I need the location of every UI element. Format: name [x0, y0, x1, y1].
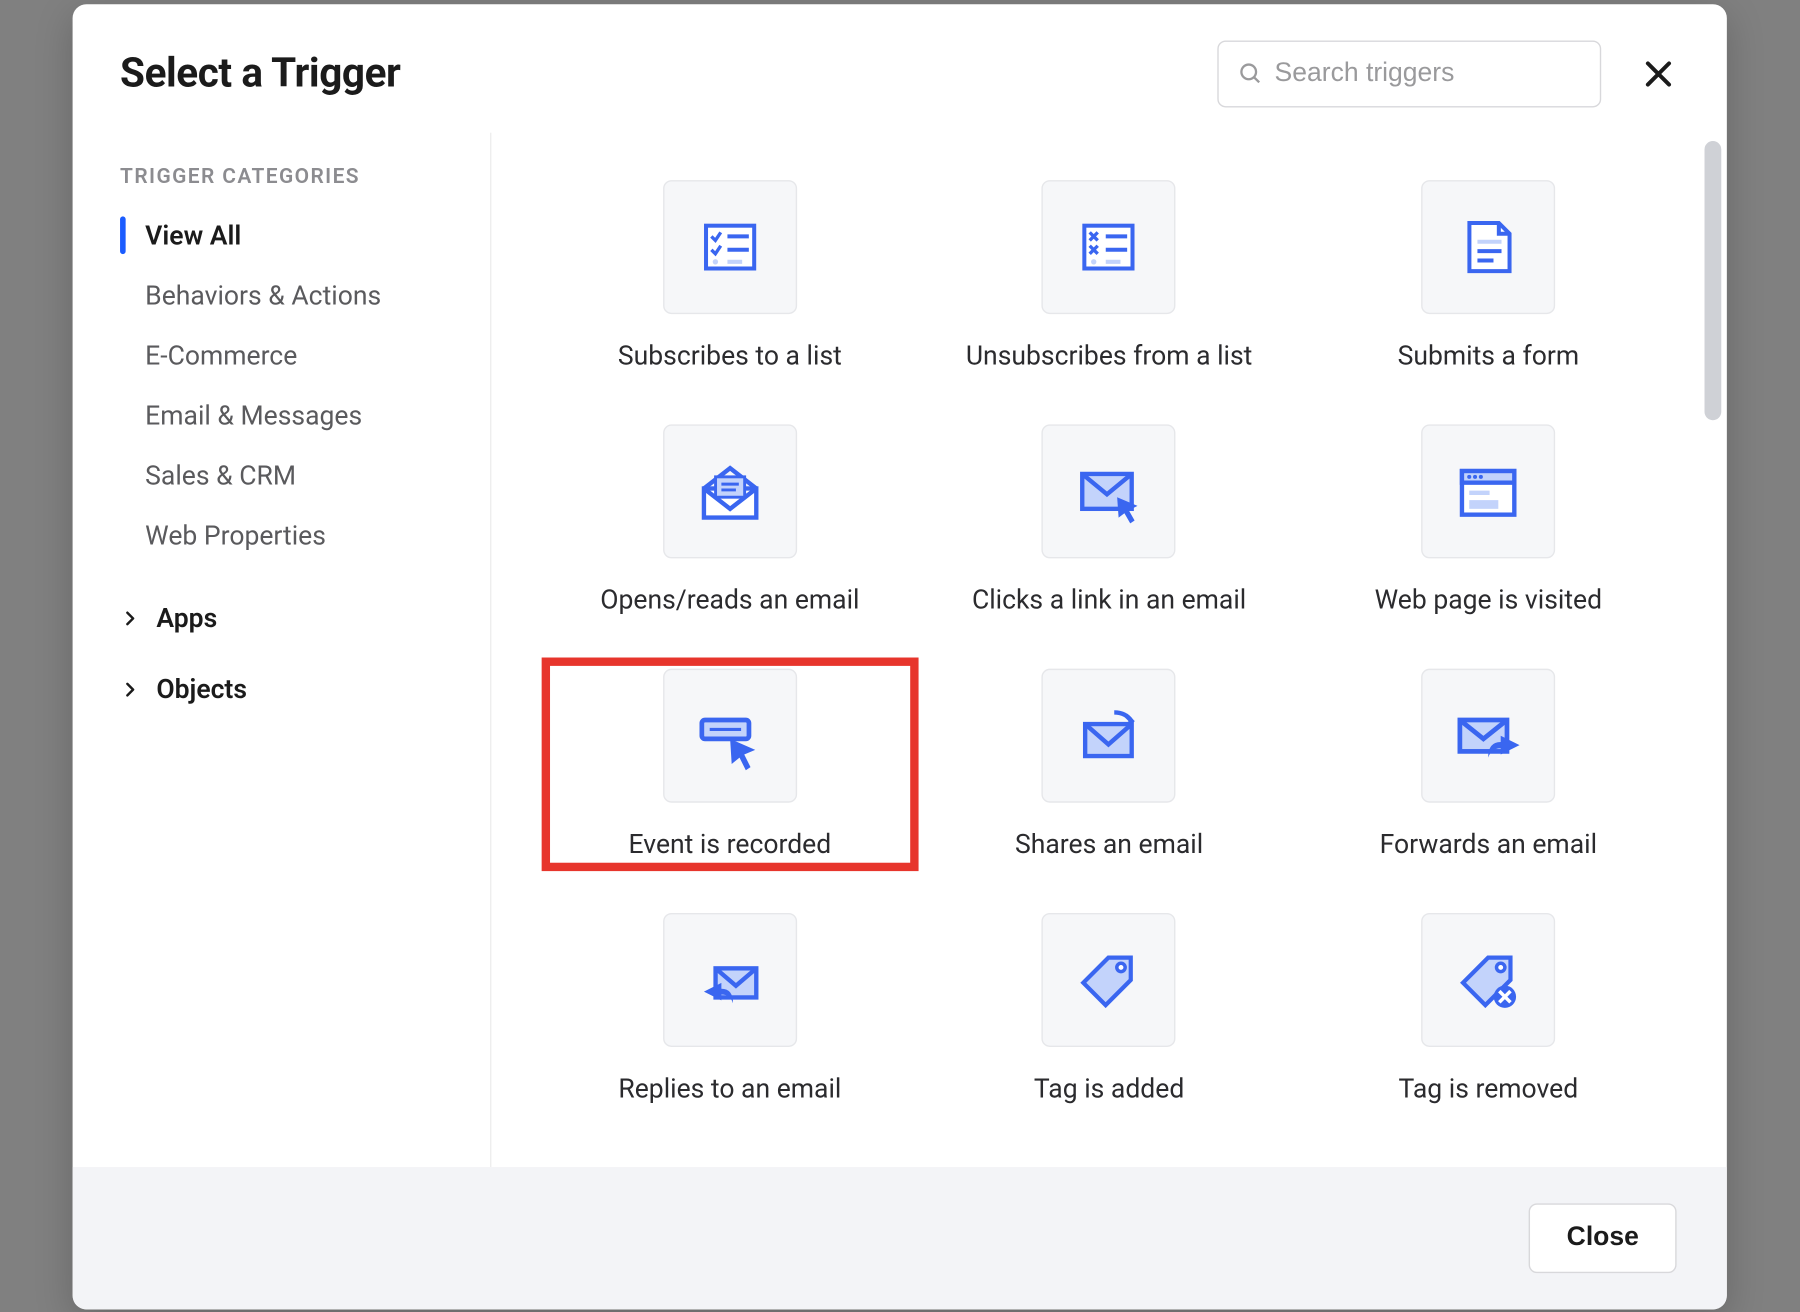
- expand-label: Objects: [156, 673, 247, 705]
- trigger-content: Subscribes to a list Unsubscribes from a …: [491, 133, 1726, 1167]
- list-check-icon: [663, 180, 797, 314]
- trigger-card-list-x[interactable]: Unsubscribes from a list: [926, 175, 1291, 377]
- category-behaviors-actions[interactable]: Behaviors & Actions: [120, 265, 462, 325]
- form-icon: [1421, 180, 1555, 314]
- trigger-grid: Subscribes to a list Unsubscribes from a …: [547, 175, 1671, 1110]
- tag-remove-icon: [1421, 913, 1555, 1047]
- modal-body: TRIGGER CATEGORIES View All Behaviors & …: [73, 133, 1727, 1167]
- event-record-icon: [663, 669, 797, 803]
- mail-share-icon: [1042, 669, 1176, 803]
- mail-click-icon: [1042, 424, 1176, 558]
- trigger-card-mail-click[interactable]: Clicks a link in an email: [926, 419, 1291, 621]
- trigger-label: Opens/reads an email: [600, 584, 859, 616]
- category-list: View All Behaviors & Actions E-Commerce …: [120, 205, 462, 565]
- mail-forward-icon: [1421, 669, 1555, 803]
- trigger-label: Web page is visited: [1375, 584, 1602, 616]
- list-x-icon: [1042, 180, 1176, 314]
- sidebar: TRIGGER CATEGORIES View All Behaviors & …: [73, 133, 492, 1167]
- expand-label: Apps: [156, 602, 217, 634]
- browser-icon: [1421, 424, 1555, 558]
- trigger-label: Forwards an email: [1380, 828, 1597, 860]
- expand-apps[interactable]: Apps: [120, 582, 462, 653]
- modal-title: Select a Trigger: [120, 50, 400, 97]
- trigger-card-mail-forward[interactable]: Forwards an email: [1306, 663, 1671, 865]
- category-sales-crm[interactable]: Sales & CRM: [120, 445, 462, 505]
- trigger-card-form[interactable]: Submits a form: [1306, 175, 1671, 377]
- search-input[interactable]: [1275, 59, 1581, 90]
- expand-objects[interactable]: Objects: [120, 653, 462, 724]
- trigger-label: Replies to an email: [618, 1072, 841, 1104]
- category-view-all[interactable]: View All: [120, 205, 462, 265]
- sidebar-heading: TRIGGER CATEGORIES: [120, 163, 462, 188]
- trigger-label: Shares an email: [1015, 828, 1203, 860]
- trigger-card-mail-reply[interactable]: Replies to an email: [547, 907, 912, 1109]
- search-box[interactable]: [1217, 40, 1601, 107]
- chevron-right-icon: [120, 679, 140, 699]
- mail-open-icon: [663, 424, 797, 558]
- category-web-properties[interactable]: Web Properties: [120, 505, 462, 565]
- category-email-messages[interactable]: Email & Messages: [120, 385, 462, 445]
- tag-add-icon: [1042, 913, 1176, 1047]
- trigger-label: Submits a form: [1398, 339, 1580, 371]
- trigger-card-tag-add[interactable]: Tag is added: [926, 907, 1291, 1109]
- trigger-card-list-check[interactable]: Subscribes to a list: [547, 175, 912, 377]
- trigger-card-tag-remove[interactable]: Tag is removed: [1306, 907, 1671, 1109]
- close-button[interactable]: Close: [1529, 1203, 1677, 1273]
- trigger-label: Tag is added: [1034, 1072, 1184, 1104]
- category-e-commerce[interactable]: E-Commerce: [120, 325, 462, 385]
- trigger-card-event-record[interactable]: Event is recorded: [547, 663, 912, 865]
- scrollbar[interactable]: [1705, 141, 1722, 420]
- trigger-label: Tag is removed: [1399, 1072, 1579, 1104]
- trigger-card-mail-open[interactable]: Opens/reads an email: [547, 419, 912, 621]
- trigger-card-browser[interactable]: Web page is visited: [1306, 419, 1671, 621]
- trigger-label: Event is recorded: [629, 828, 832, 860]
- modal-header: Select a Trigger: [73, 4, 1727, 132]
- trigger-card-mail-share[interactable]: Shares an email: [926, 663, 1291, 865]
- mail-reply-icon: [663, 913, 797, 1047]
- modal-footer: Close: [73, 1167, 1727, 1309]
- trigger-label: Subscribes to a list: [618, 339, 842, 371]
- search-icon: [1238, 61, 1263, 86]
- select-trigger-modal: Select a Trigger TRIGGER CATEGORIES View…: [73, 4, 1727, 1309]
- chevron-right-icon: [120, 608, 140, 628]
- trigger-label: Unsubscribes from a list: [966, 339, 1252, 371]
- close-icon[interactable]: [1638, 53, 1680, 95]
- trigger-label: Clicks a link in an email: [972, 584, 1246, 616]
